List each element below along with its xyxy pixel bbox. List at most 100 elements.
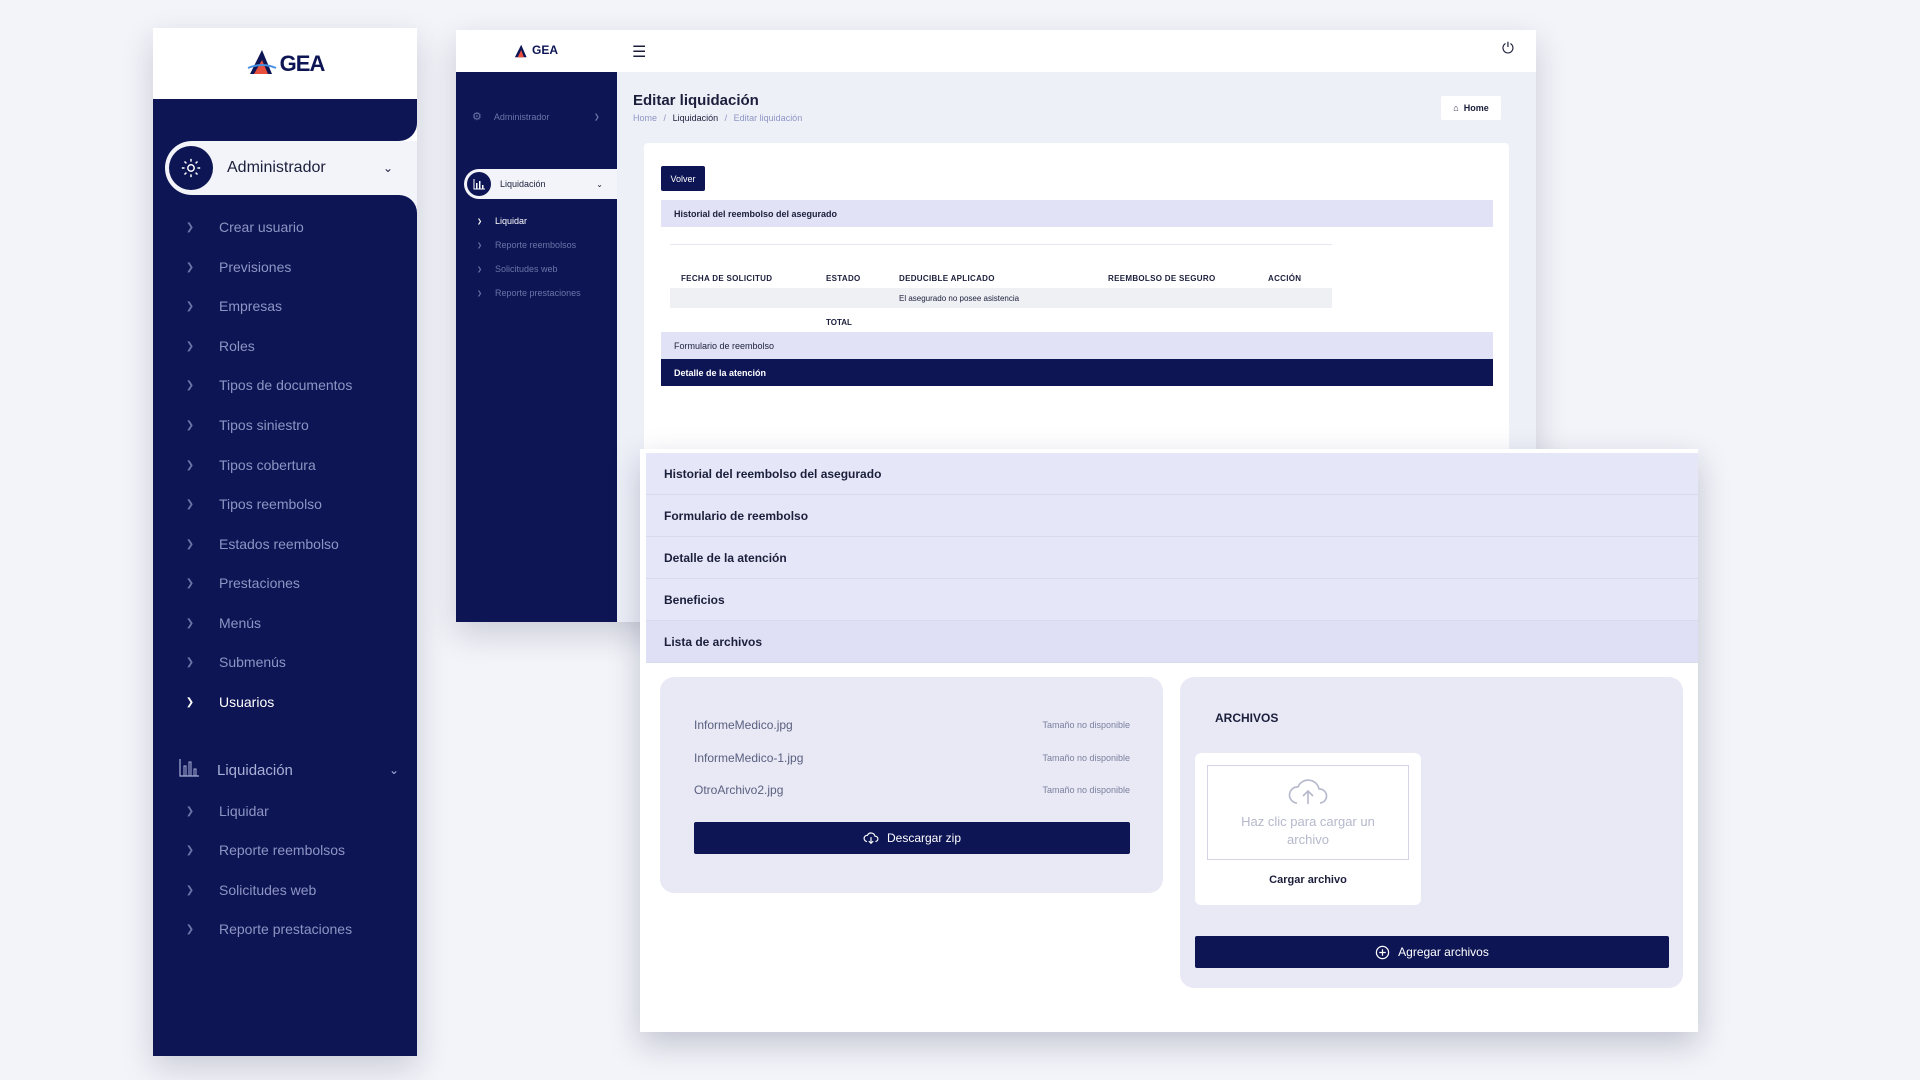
upload-hint: Haz clic para cargar un archivo xyxy=(1241,813,1375,847)
file-item[interactable]: InformeMedico-1.jpg Tamaño no disponible xyxy=(694,751,1130,765)
chevron-right-icon: ❯ xyxy=(185,261,195,273)
sidebar-item-estados-reembolso[interactable]: ❯ Estados reembolso xyxy=(183,536,339,552)
accordion-formulario[interactable]: Formulario de reembolso xyxy=(661,332,1493,359)
chevron-right-icon: ❯ xyxy=(185,498,195,510)
breadcrumb-liquidacion[interactable]: Liquidación xyxy=(673,113,719,123)
upload-card[interactable]: Haz clic para cargar un archivo Cargar a… xyxy=(1195,753,1421,905)
sidebar-section-liquidacion[interactable]: Liquidación ⌄ xyxy=(464,169,617,199)
upload-dropzone[interactable]: Haz clic para cargar un archivo xyxy=(1207,765,1409,860)
chevron-right-icon: ❯ xyxy=(185,884,195,896)
sidebar-item-submenus[interactable]: ❯ Submenús xyxy=(183,654,286,670)
sidebar-item-tipos-documentos[interactable]: ❯ Tipos de documentos xyxy=(183,377,353,393)
breadcrumb-current: Editar liquidación xyxy=(733,113,803,123)
col-deducible: DEDUCIBLE APLICADO xyxy=(899,274,995,283)
col-estado: ESTADO xyxy=(826,274,861,283)
sidebar-item-solicitudes-web[interactable]: ❯ Solicitudes web xyxy=(183,882,316,898)
accordion-detalle[interactable]: Detalle de la atención xyxy=(661,359,1493,386)
chevron-down-icon: ⌄ xyxy=(596,179,603,189)
chevron-right-icon: ❯ xyxy=(477,290,483,297)
mid-sidebar: ⚙ Administrador ❯ Liquidación ⌄ ❯ Liquida… xyxy=(456,72,617,622)
files-panel: Historial del reembolso del asegurado Fo… xyxy=(640,449,1698,1032)
power-icon[interactable]: ⏻ xyxy=(1502,40,1514,57)
chevron-right-icon: ❯ xyxy=(185,300,195,312)
upload-label: Cargar archivo xyxy=(1269,874,1347,886)
sidebar-item-menus[interactable]: ❯ Menús xyxy=(183,615,261,631)
archivos-heading: ARCHIVOS xyxy=(1215,711,1279,725)
sidebar-item-prestaciones[interactable]: ❯ Prestaciones xyxy=(183,575,300,591)
sidebar-item-tipos-siniestro[interactable]: ❯ Tipos siniestro xyxy=(183,417,309,433)
breadcrumb: Home / Liquidación / Editar liquidación xyxy=(633,113,803,123)
gear-icon: ⚙ xyxy=(472,111,482,123)
chevron-right-icon: ❯ xyxy=(477,266,483,273)
sidebar-item-empresas[interactable]: ❯ Empresas xyxy=(183,298,282,314)
gea-logo-icon xyxy=(514,44,527,58)
accordion-historial[interactable]: Historial del reembolso del asegurado xyxy=(646,453,1698,495)
volver-button[interactable]: Volver xyxy=(661,166,705,191)
accordion-lista-archivos[interactable]: Lista de archivos xyxy=(646,621,1698,663)
brand-name: GEA xyxy=(531,43,558,57)
sidebar-item-reporte-reembolsos[interactable]: ❯ Reporte reembolsos xyxy=(477,240,576,250)
add-files-button[interactable]: Agregar archivos xyxy=(1195,936,1669,968)
home-icon: ⌂ xyxy=(1453,103,1459,113)
download-zip-button[interactable]: Descargar zip xyxy=(694,822,1130,854)
sidebar-item-tipos-cobertura[interactable]: ❯ Tipos cobertura xyxy=(183,457,316,473)
cloud-upload-icon xyxy=(1288,778,1328,804)
chevron-right-icon: ❯ xyxy=(477,242,483,249)
chevron-right-icon: ❯ xyxy=(185,696,195,708)
chevron-down-icon: ⌄ xyxy=(388,763,399,777)
bar-chart-icon xyxy=(467,172,491,196)
breadcrumb-home[interactable]: Home xyxy=(633,113,657,123)
sidebar-section-admin[interactable]: ⚙ Administrador ❯ xyxy=(472,110,600,123)
file-list-panel: InformeMedico.jpg Tamaño no disponible I… xyxy=(660,677,1163,893)
cloud-download-icon xyxy=(863,832,879,845)
accordion-beneficios[interactable]: Beneficios xyxy=(646,579,1698,621)
accordion-formulario[interactable]: Formulario de reembolso xyxy=(646,495,1698,537)
plus-circle-icon xyxy=(1375,945,1390,959)
sidebar-item-liquidar[interactable]: ❯ Liquidar xyxy=(183,803,269,819)
chevron-right-icon: ❯ xyxy=(185,656,195,668)
bar-chart-icon xyxy=(179,759,201,781)
sidebar-item-previsiones[interactable]: ❯ Previsiones xyxy=(183,259,292,275)
chevron-right-icon: ❯ xyxy=(185,419,195,431)
top-bar: GEA ☰ ⏻ xyxy=(456,30,1536,72)
sidebar-section-liquidacion[interactable]: Liquidación ⌄ xyxy=(179,759,399,781)
file-item[interactable]: InformeMedico.jpg Tamaño no disponible xyxy=(694,718,1130,732)
sidebar-item-usuarios[interactable]: ❯ Usuarios xyxy=(183,694,274,710)
sidebar-section-label: Administrador xyxy=(227,159,326,176)
sidebar-nav: Administrador ⌄ ❯ Crear usuario ❯ Previsio… xyxy=(153,99,417,1056)
sidebar-item-reporte-prestaciones[interactable]: ❯ Reporte prestaciones xyxy=(183,921,352,937)
gear-icon xyxy=(169,146,213,190)
table-total: TOTAL xyxy=(826,318,852,327)
file-item[interactable]: OtroArchivo2.jpg Tamaño no disponible xyxy=(694,783,1130,797)
chevron-down-icon: ⌄ xyxy=(382,161,393,175)
chevron-right-icon: ❯ xyxy=(185,617,195,629)
chevron-right-icon: ❯ xyxy=(185,923,195,935)
chevron-right-icon: ❯ xyxy=(185,538,195,550)
gea-logo: GEA xyxy=(456,43,616,59)
col-fecha-solicitud: FECHA DE SOLICITUD xyxy=(681,274,773,283)
sidebar-section-admin[interactable]: Administrador ⌄ xyxy=(165,141,417,195)
chevron-right-icon: ❯ xyxy=(185,379,195,391)
sidebar-item-reporte-reembolsos[interactable]: ❯ Reporte reembolsos xyxy=(183,842,345,858)
sidebar-item-tipos-reembolso[interactable]: ❯ Tipos reembolso xyxy=(183,496,322,512)
upload-panel: ARCHIVOS Haz clic para cargar un archivo… xyxy=(1180,677,1683,988)
chevron-right-icon: ❯ xyxy=(477,218,483,225)
gea-logo: GEA xyxy=(153,28,417,99)
sidebar-item-roles[interactable]: ❯ Roles xyxy=(183,338,255,354)
chevron-right-icon: ❯ xyxy=(185,340,195,352)
sidebar-item-liquidar[interactable]: ❯ Liquidar xyxy=(477,216,527,226)
accordion-detalle[interactable]: Detalle de la atención xyxy=(646,537,1698,579)
col-reembolso: REEMBOLSO DE SEGURO xyxy=(1108,274,1216,283)
brand-name: GEA xyxy=(279,50,326,76)
chevron-right-icon: ❯ xyxy=(185,221,195,233)
chevron-right-icon: ❯ xyxy=(185,577,195,589)
home-button[interactable]: ⌂ Home xyxy=(1441,96,1501,120)
hamburger-menu-icon[interactable]: ☰ xyxy=(632,42,646,62)
accordion-historial[interactable]: Historial del reembolso del asegurado xyxy=(661,200,1493,227)
large-sidebar-mockup: GEA Administrador ⌄ ❯ Crear usuario ❯ Prev… xyxy=(153,28,417,1056)
sidebar-item-reporte-prestaciones[interactable]: ❯ Reporte prestaciones xyxy=(477,288,581,298)
chevron-right-icon: ❯ xyxy=(185,459,195,471)
sidebar-item-solicitudes-web[interactable]: ❯ Solicitudes web xyxy=(477,264,558,274)
sidebar-item-crear-usuario[interactable]: ❯ Crear usuario xyxy=(183,219,304,235)
chevron-right-icon: ❯ xyxy=(593,113,600,121)
